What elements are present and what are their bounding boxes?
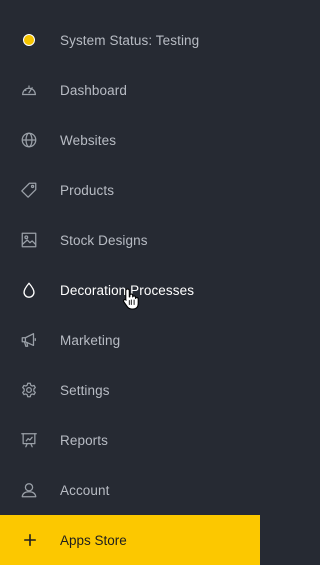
apps-store-button[interactable]: Apps Store — [0, 515, 260, 565]
sidebar-item-reports[interactable]: Reports — [0, 415, 260, 465]
plus-icon — [20, 530, 40, 550]
tag-icon — [19, 180, 39, 200]
droplet-icon — [19, 280, 39, 300]
sidebar-item-decoration-processes[interactable]: Decoration Processes — [0, 265, 260, 315]
sidebar-item-label: Products — [60, 182, 115, 198]
image-icon — [19, 230, 39, 250]
sidebar-item-label: Marketing — [60, 332, 121, 348]
sidebar-item-websites[interactable]: Websites — [0, 115, 260, 165]
user-icon — [19, 480, 39, 500]
speedometer-icon — [19, 80, 39, 100]
sidebar-item-label: Dashboard — [60, 82, 127, 98]
sidebar-item-products[interactable]: Products — [0, 165, 260, 215]
apps-store-label: Apps Store — [60, 532, 127, 548]
status-dot-icon — [19, 30, 39, 50]
sidebar-item-label: Decoration Processes — [60, 282, 195, 298]
sidebar-item-stock-designs[interactable]: Stock Designs — [0, 215, 260, 265]
sidebar-item-label: Settings — [60, 382, 110, 398]
sidebar-item-settings[interactable]: Settings — [0, 365, 260, 415]
sidebar-item-label: Stock Designs — [60, 232, 148, 248]
megaphone-icon — [19, 330, 39, 350]
sidebar-item-marketing[interactable]: Marketing — [0, 315, 260, 365]
gear-icon — [19, 380, 39, 400]
globe-icon — [19, 130, 39, 150]
sidebar-item-label: Websites — [60, 132, 117, 148]
sidebar-item-label: Account — [60, 482, 110, 498]
sidebar-item-dashboard[interactable]: Dashboard — [0, 65, 260, 115]
sidebar-item-label: System Status: Testing — [60, 32, 200, 48]
sidebar-item-system-status[interactable]: System Status: Testing — [0, 15, 260, 65]
sidebar-item-label: Reports — [60, 432, 108, 448]
presentation-icon — [19, 430, 39, 450]
sidebar-item-account[interactable]: Account — [0, 465, 260, 515]
sidebar-nav: System Status: Testing Dashboard Website… — [0, 0, 260, 565]
